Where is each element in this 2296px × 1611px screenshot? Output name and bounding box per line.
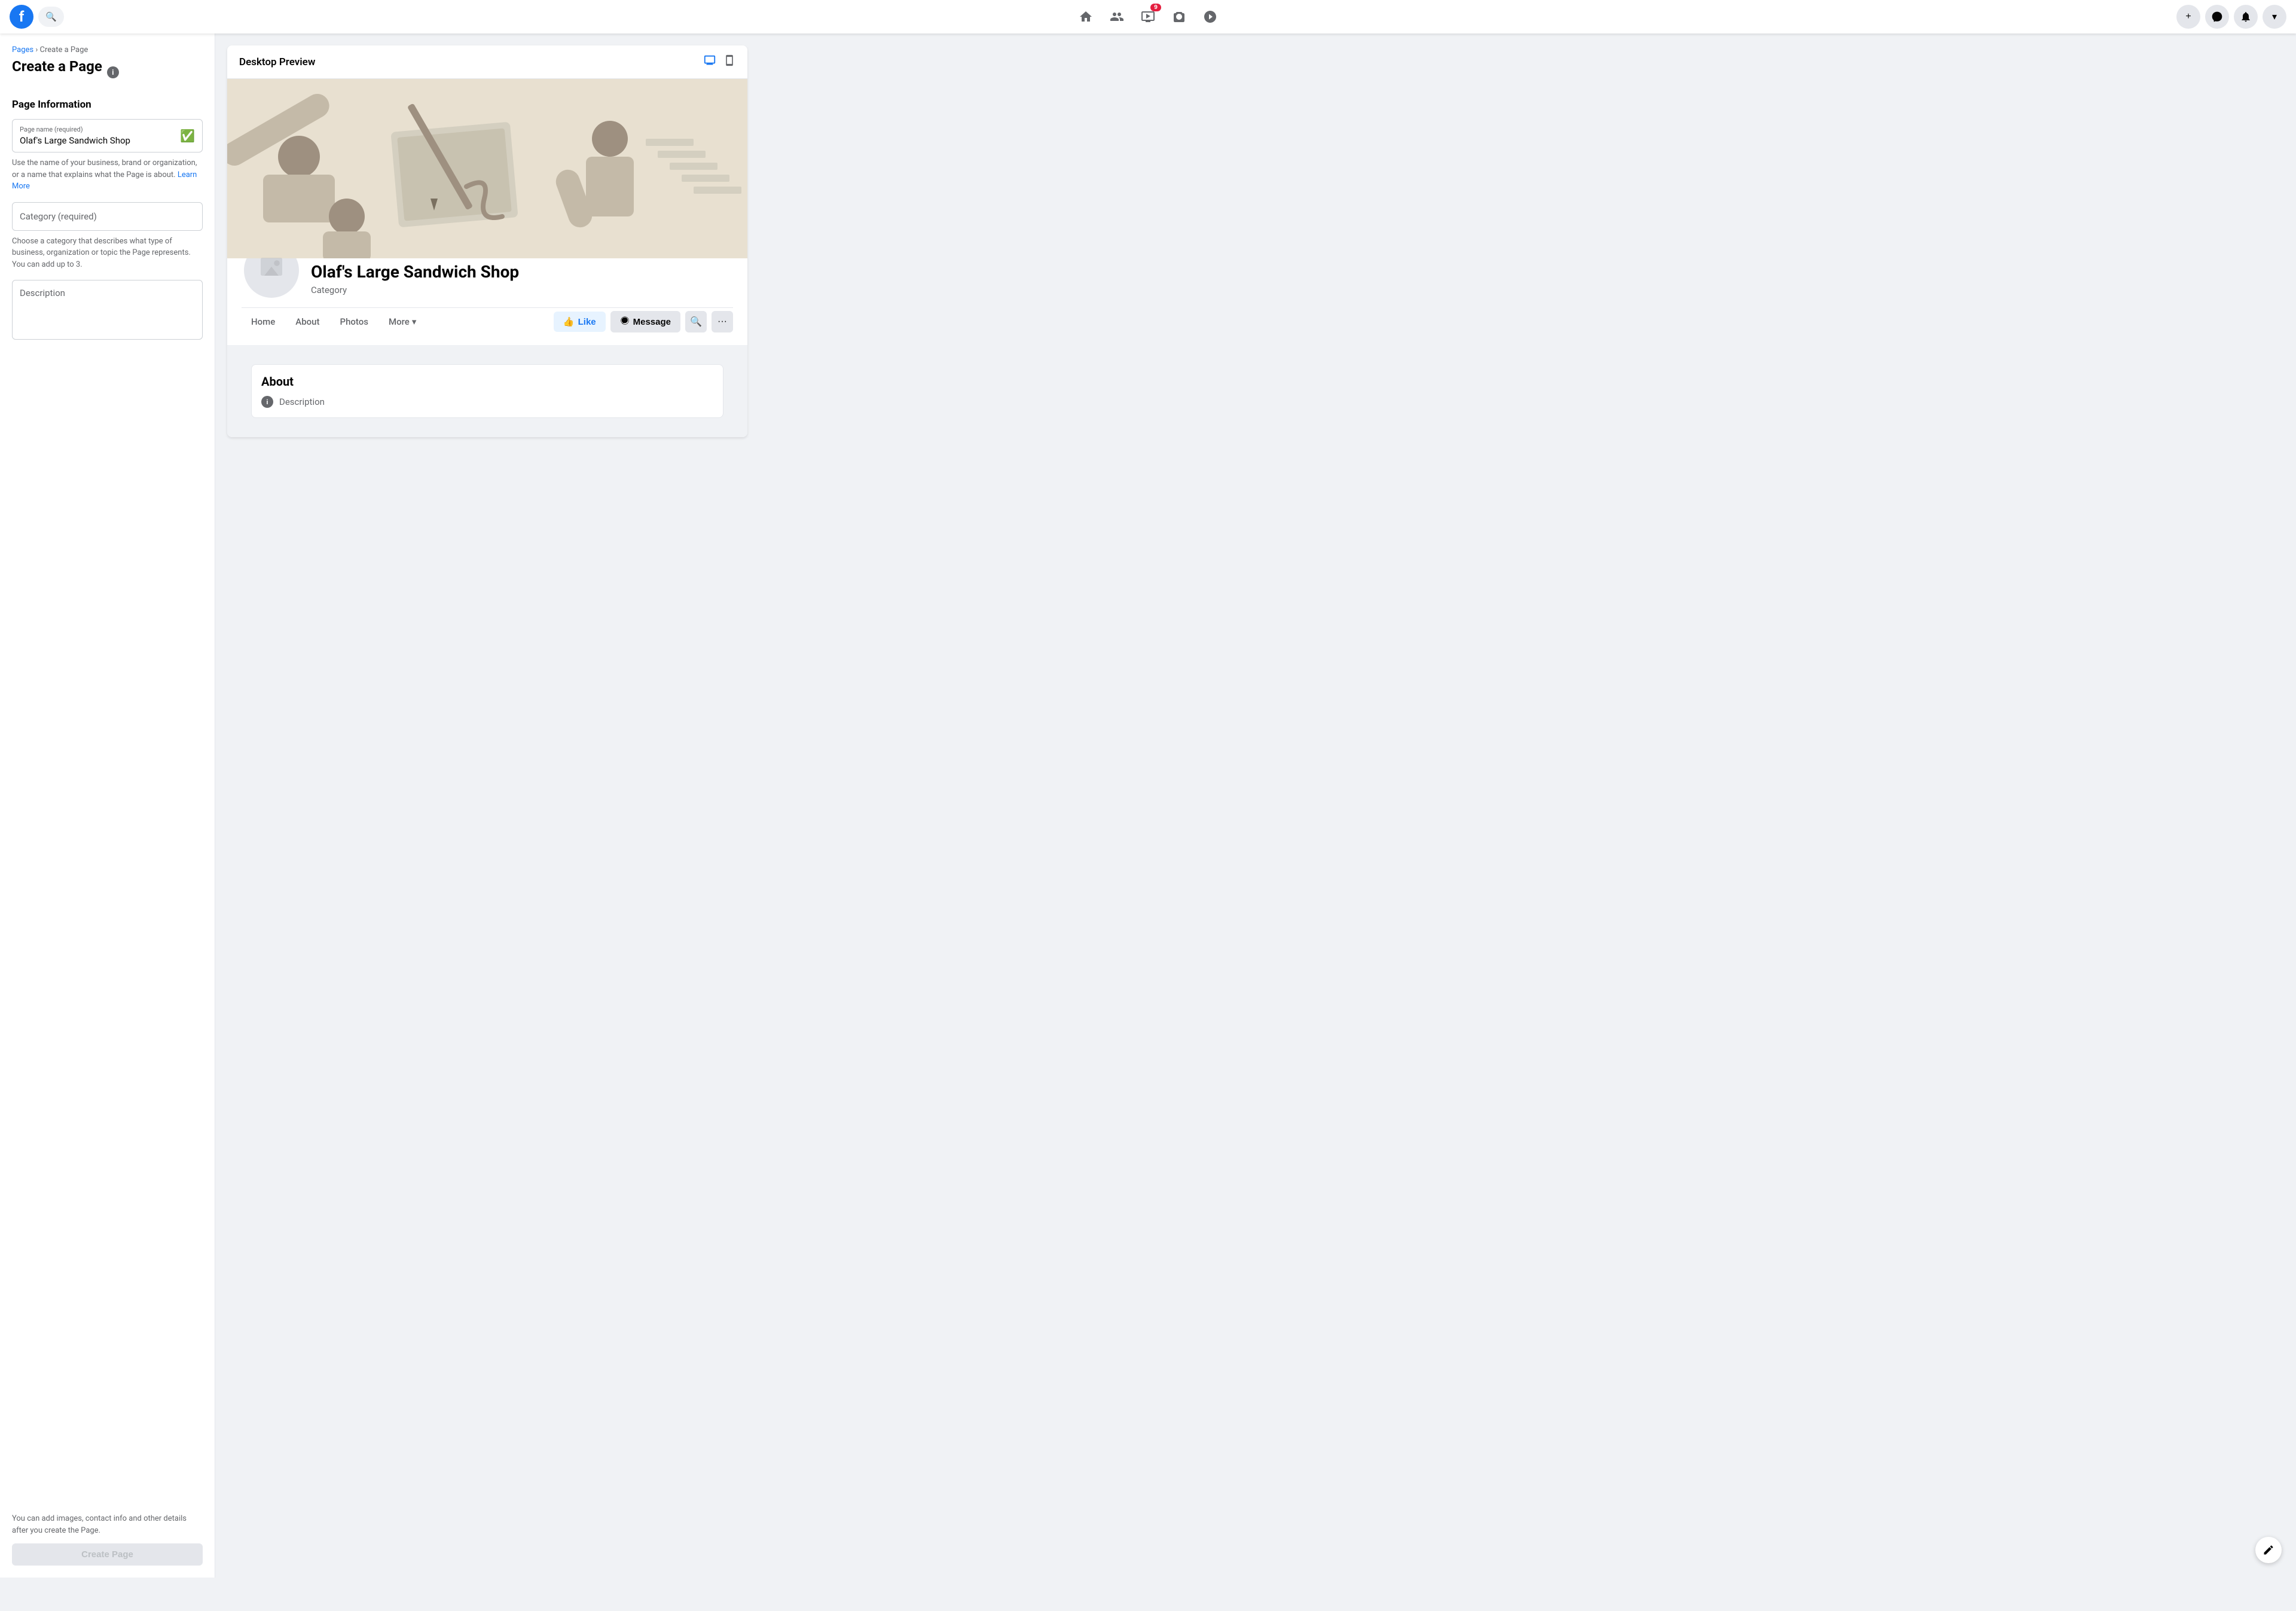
page-name-group: Page name (required) Olaf's Large Sandwi… <box>12 119 203 193</box>
page-name-helper: Use the name of your business, brand or … <box>12 157 203 193</box>
preview-title: Desktop Preview <box>239 56 315 68</box>
category-input[interactable]: Category (required) <box>12 202 203 231</box>
navbar-center: 9 <box>579 2 1717 31</box>
main-layout: Pages › Create a Page Create a Page i Pa… <box>0 33 2296 1578</box>
about-description-item: i Description <box>261 396 713 408</box>
page-nav: Home About Photos More ▾ 👍 Like <box>242 307 733 335</box>
search-page-button[interactable]: 🔍 <box>685 311 707 332</box>
page-name-value: Olaf's Large Sandwich Shop <box>20 135 130 146</box>
preview-container: Desktop Preview <box>227 45 747 437</box>
search-icon: 🔍 <box>45 11 57 22</box>
nav-home-btn[interactable] <box>1071 2 1100 31</box>
notifications-button[interactable] <box>2234 5 2258 29</box>
description-input[interactable]: Description <box>12 280 203 340</box>
left-panel: Pages › Create a Page Create a Page i Pa… <box>0 33 215 1578</box>
category-helper: Choose a category that describes what ty… <box>12 236 203 271</box>
breadcrumb: Pages › Create a Page <box>12 45 203 54</box>
desktop-view-icon[interactable] <box>703 54 716 70</box>
nav-friends-btn[interactable] <box>1103 2 1131 31</box>
page-name-input[interactable]: Page name (required) Olaf's Large Sandwi… <box>12 119 203 152</box>
watch-badge: 9 <box>1150 4 1161 11</box>
message-button[interactable]: Message <box>610 311 680 332</box>
navbar: f 🔍 9 + ▾ <box>0 0 2296 33</box>
mobile-view-icon[interactable] <box>723 54 735 70</box>
nav-more-page[interactable]: More ▾ <box>379 310 426 333</box>
page-name-label: Page name (required) <box>20 126 195 133</box>
preview-header: Desktop Preview <box>227 45 747 79</box>
info-icon[interactable]: i <box>107 66 119 78</box>
add-button[interactable]: + <box>2176 5 2200 29</box>
nav-groups-btn[interactable] <box>1196 2 1225 31</box>
profile-info: Olaf's Large Sandwich Shop Category <box>311 262 519 300</box>
create-page-button[interactable]: Create Page <box>12 1543 203 1566</box>
page-nav-right: 👍 Like Message 🔍 ··· <box>554 311 733 332</box>
nav-photos-page[interactable]: Photos <box>331 310 378 333</box>
about-section: About i Description <box>251 364 723 418</box>
navbar-left: f 🔍 <box>10 5 579 29</box>
category-group: Category (required) Choose a category th… <box>12 202 203 271</box>
preview-view-toggle <box>703 54 735 70</box>
nav-about-page[interactable]: About <box>286 310 329 333</box>
right-panel: Desktop Preview <box>215 33 2296 1578</box>
search-box[interactable]: 🔍 <box>38 7 64 27</box>
about-description-text: Description <box>279 396 325 407</box>
breadcrumb-current: Create a Page <box>39 45 88 54</box>
account-menu-button[interactable]: ▾ <box>2263 5 2286 29</box>
avatar-placeholder-icon <box>254 252 289 288</box>
description-group: Description <box>12 280 203 340</box>
check-icon: ✅ <box>180 129 195 143</box>
section-title: Page Information <box>12 99 203 111</box>
like-thumb-icon: 👍 <box>563 316 575 327</box>
more-chevron-icon: ▾ <box>412 316 417 327</box>
messenger-button[interactable] <box>2205 5 2229 29</box>
more-options-button[interactable]: ··· <box>712 311 733 332</box>
breadcrumb-pages-link[interactable]: Pages <box>12 45 33 54</box>
edit-fab[interactable] <box>2255 1537 2282 1563</box>
cover-illustration <box>227 79 747 258</box>
bottom-note: You can add images, contact info and oth… <box>12 1501 203 1536</box>
about-info-icon: i <box>261 396 273 408</box>
about-section-title: About <box>261 374 713 389</box>
profile-name: Olaf's Large Sandwich Shop <box>311 262 519 282</box>
like-button[interactable]: 👍 Like <box>554 312 606 332</box>
nav-marketplace-btn[interactable] <box>1165 2 1193 31</box>
navbar-right: + ▾ <box>1717 5 2286 29</box>
cover-photo <box>227 79 747 258</box>
page-nav-left: Home About Photos More ▾ <box>242 310 551 333</box>
nav-home-page[interactable]: Home <box>242 310 285 333</box>
messenger-icon <box>620 316 630 328</box>
nav-watch-btn[interactable]: 9 <box>1134 2 1162 31</box>
profile-category: Category <box>311 285 519 295</box>
facebook-logo[interactable]: f <box>10 5 33 29</box>
page-title: Create a Page <box>12 58 102 75</box>
